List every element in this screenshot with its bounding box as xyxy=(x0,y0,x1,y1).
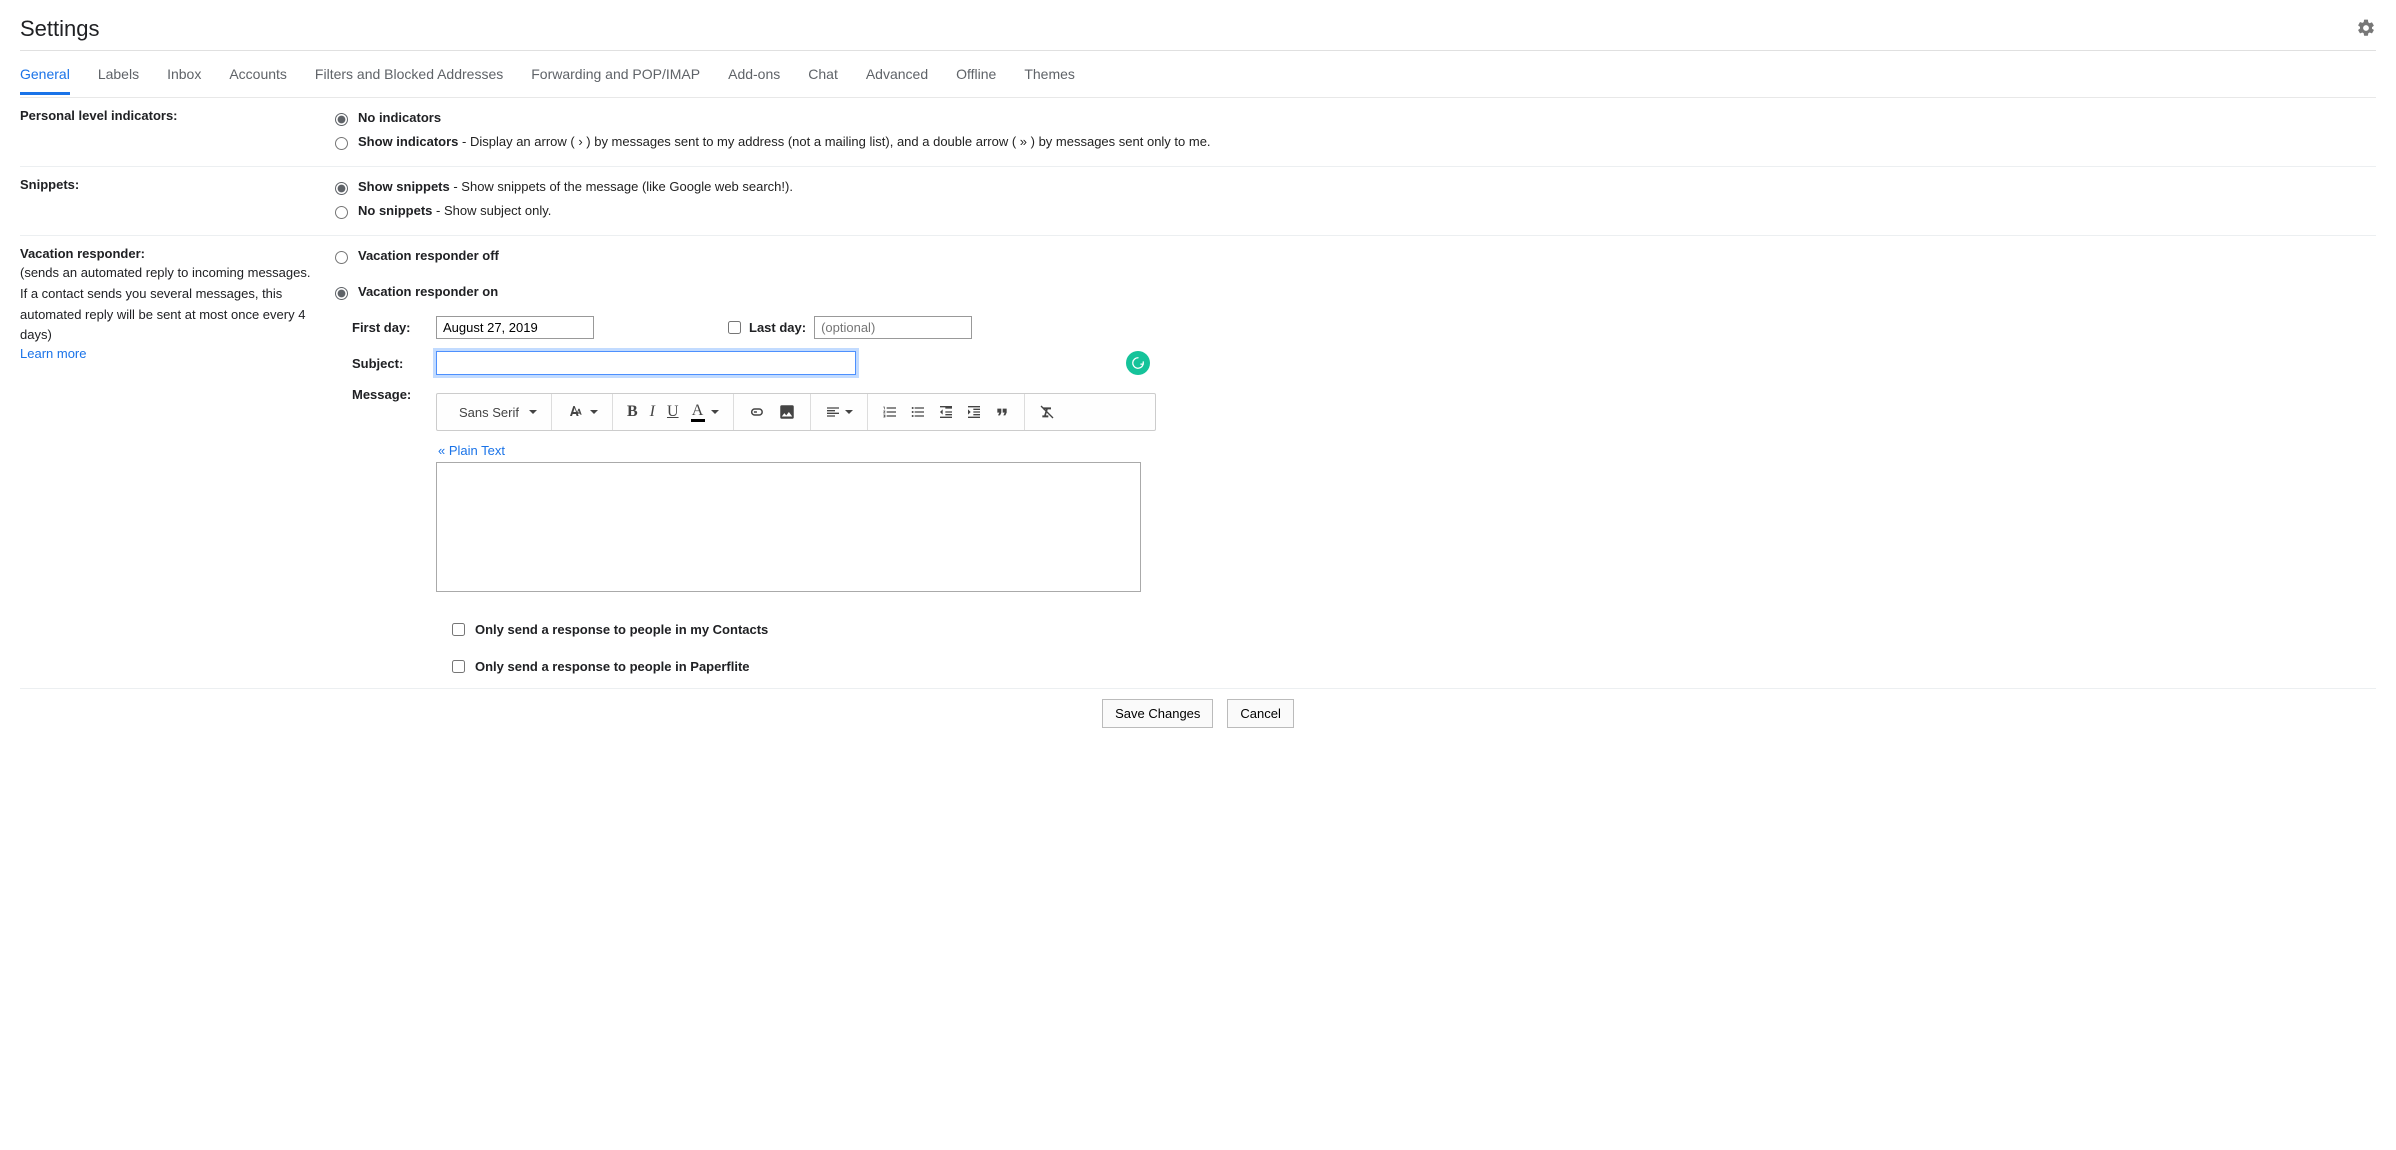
radio-show-snippets[interactable] xyxy=(335,182,348,195)
link-icon[interactable] xyxy=(742,399,772,425)
no-snippets-bold: No snippets xyxy=(358,203,432,218)
gear-icon[interactable] xyxy=(2356,18,2376,41)
show-indicators-bold: Show indicators xyxy=(358,134,458,149)
underline-icon[interactable]: U xyxy=(661,399,685,425)
caret-down-icon xyxy=(845,410,853,414)
message-label: Message: xyxy=(352,387,436,402)
subject-label: Subject: xyxy=(352,356,436,371)
tab-general[interactable]: General xyxy=(20,54,70,95)
show-snippets-bold: Show snippets xyxy=(358,179,450,194)
tab-forwarding[interactable]: Forwarding and POP/IMAP xyxy=(531,54,700,95)
section-vacation-responder: Vacation responder: (sends an automated … xyxy=(20,236,2376,688)
section-snippets: Snippets: Show snippets - Show snippets … xyxy=(20,167,2376,236)
personal-indicators-label: Personal level indicators: xyxy=(20,108,178,123)
radio-responder-off[interactable] xyxy=(335,251,348,264)
font-family-selector[interactable]: Sans Serif xyxy=(453,401,543,424)
first-day-label: First day: xyxy=(352,320,436,335)
last-day-checkbox[interactable] xyxy=(728,321,741,334)
contacts-only-label: Only send a response to people in my Con… xyxy=(475,622,768,637)
bulleted-list-icon[interactable] xyxy=(904,400,932,424)
tab-inbox[interactable]: Inbox xyxy=(167,54,201,95)
show-indicators-desc: - Display an arrow ( › ) by messages sen… xyxy=(458,134,1210,149)
editor-toolbar: Sans Serif B xyxy=(436,393,1156,431)
responder-on-text: Vacation responder on xyxy=(358,282,498,303)
radio-responder-on[interactable] xyxy=(335,287,348,300)
message-textarea[interactable] xyxy=(436,462,1141,592)
tab-accounts[interactable]: Accounts xyxy=(229,54,287,95)
caret-down-icon xyxy=(590,410,598,414)
caret-down-icon xyxy=(529,410,537,414)
contacts-only-checkbox[interactable] xyxy=(452,623,465,636)
text-color-icon[interactable]: A xyxy=(685,399,725,426)
numbered-list-icon[interactable] xyxy=(876,400,904,424)
tab-labels[interactable]: Labels xyxy=(98,54,139,95)
align-icon[interactable] xyxy=(819,400,859,424)
last-day-input[interactable] xyxy=(814,316,972,339)
remove-formatting-icon[interactable] xyxy=(1033,400,1061,424)
plain-text-link[interactable]: « Plain Text xyxy=(438,443,505,458)
indent-less-icon[interactable] xyxy=(932,400,960,424)
tab-advanced[interactable]: Advanced xyxy=(866,54,928,95)
learn-more-link[interactable]: Learn more xyxy=(20,346,86,361)
caret-down-icon xyxy=(711,410,719,414)
org-only-checkbox[interactable] xyxy=(452,660,465,673)
radio-show-indicators[interactable] xyxy=(335,137,348,150)
tab-themes[interactable]: Themes xyxy=(1024,54,1075,95)
font-name-text: Sans Serif xyxy=(459,405,519,420)
quote-icon[interactable] xyxy=(988,400,1016,424)
image-icon[interactable] xyxy=(772,399,802,425)
page-title: Settings xyxy=(20,16,100,42)
tab-chat[interactable]: Chat xyxy=(808,54,838,95)
snippets-label: Snippets: xyxy=(20,177,79,192)
save-button[interactable]: Save Changes xyxy=(1102,699,1213,728)
settings-tabs: General Labels Inbox Accounts Filters an… xyxy=(20,50,2376,98)
italic-icon[interactable]: I xyxy=(644,399,661,425)
vacation-desc: (sends an automated reply to incoming me… xyxy=(20,263,314,346)
org-only-label: Only send a response to people in Paperf… xyxy=(475,659,750,674)
footer-actions: Save Changes Cancel xyxy=(20,688,2376,748)
indent-more-icon[interactable] xyxy=(960,400,988,424)
vacation-label: Vacation responder: xyxy=(20,246,314,261)
bold-icon[interactable]: B xyxy=(621,399,644,425)
radio-no-indicators[interactable] xyxy=(335,113,348,126)
section-personal-indicators: Personal level indicators: No indicators… xyxy=(20,98,2376,167)
tab-addons[interactable]: Add-ons xyxy=(728,54,780,95)
tab-filters[interactable]: Filters and Blocked Addresses xyxy=(315,54,503,95)
first-day-input[interactable] xyxy=(436,316,594,339)
radio-no-snippets[interactable] xyxy=(335,206,348,219)
no-indicators-text: No indicators xyxy=(358,108,441,129)
show-snippets-desc: - Show snippets of the message (like Goo… xyxy=(450,179,793,194)
last-day-label: Last day: xyxy=(749,320,806,335)
no-snippets-desc: - Show subject only. xyxy=(432,203,551,218)
cancel-button[interactable]: Cancel xyxy=(1227,699,1293,728)
font-size-icon[interactable] xyxy=(560,400,604,424)
responder-off-text: Vacation responder off xyxy=(358,246,499,267)
subject-input[interactable] xyxy=(436,351,856,375)
grammarly-icon[interactable] xyxy=(1126,351,1150,375)
tab-offline[interactable]: Offline xyxy=(956,54,996,95)
